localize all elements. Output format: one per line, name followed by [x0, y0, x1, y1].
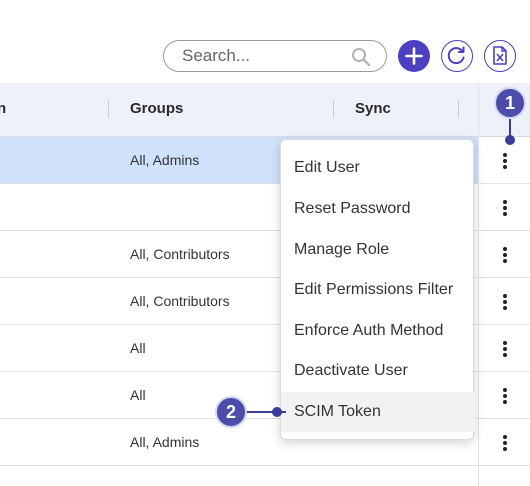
menu-item-enforce-auth-method[interactable]: Enforce Auth Method — [281, 311, 475, 351]
row-divider — [478, 183, 530, 184]
groups-cell: All — [130, 340, 146, 356]
column-header-groups[interactable]: Groups — [130, 100, 183, 117]
refresh-icon — [447, 46, 465, 65]
menu-item-edit-user[interactable]: Edit User — [281, 148, 475, 188]
search-icon[interactable] — [350, 46, 372, 68]
callout-badge-2: 2 — [215, 396, 247, 428]
vertical-ellipsis-icon[interactable] — [495, 385, 515, 407]
groups-cell: All, Admins — [130, 152, 200, 168]
column-divider — [333, 100, 334, 118]
refresh-button[interactable] — [441, 40, 473, 72]
groups-cell: All, Contributors — [130, 293, 230, 309]
vertical-ellipsis-icon[interactable] — [495, 338, 515, 360]
file-export-icon — [493, 46, 507, 65]
row-actions-menu: Edit User Reset Password Manage Role Edi… — [280, 139, 475, 440]
actions-column — [478, 83, 530, 486]
column-divider — [108, 100, 109, 118]
menu-item-manage-role[interactable]: Manage Role — [281, 230, 475, 270]
column-header-name[interactable]: n — [0, 100, 6, 117]
groups-cell: All, Contributors — [130, 246, 230, 262]
menu-item-deactivate-user[interactable]: Deactivate User — [281, 351, 475, 391]
menu-item-edit-permissions-filter[interactable]: Edit Permissions Filter — [281, 270, 475, 310]
add-user-button[interactable] — [398, 40, 430, 72]
row-divider — [478, 324, 530, 325]
groups-cell: All, Admins — [130, 434, 200, 450]
vertical-ellipsis-icon[interactable] — [495, 150, 515, 172]
search-input[interactable] — [182, 46, 342, 66]
column-header-sync[interactable]: Sync — [355, 100, 391, 117]
vertical-ellipsis-icon[interactable] — [495, 197, 515, 219]
groups-cell: All — [130, 387, 146, 403]
export-button[interactable] — [484, 40, 516, 72]
row-divider — [478, 465, 530, 466]
menu-item-reset-password[interactable]: Reset Password — [281, 189, 475, 229]
table-header: n Groups Sync — [0, 83, 530, 137]
row-divider — [478, 371, 530, 372]
search-box[interactable] — [163, 40, 387, 72]
vertical-ellipsis-icon[interactable] — [495, 432, 515, 454]
plus-icon — [405, 47, 423, 65]
vertical-ellipsis-icon[interactable] — [495, 291, 515, 313]
menu-item-scim-token[interactable]: SCIM Token — [281, 392, 475, 432]
row-divider — [478, 418, 530, 419]
callout-anchor-dot — [505, 135, 515, 145]
row-divider — [478, 230, 530, 231]
callout-anchor-dot — [272, 407, 282, 417]
callout-badge-1: 1 — [494, 87, 526, 119]
vertical-ellipsis-icon[interactable] — [495, 244, 515, 266]
column-divider — [458, 100, 459, 118]
row-divider — [478, 277, 530, 278]
